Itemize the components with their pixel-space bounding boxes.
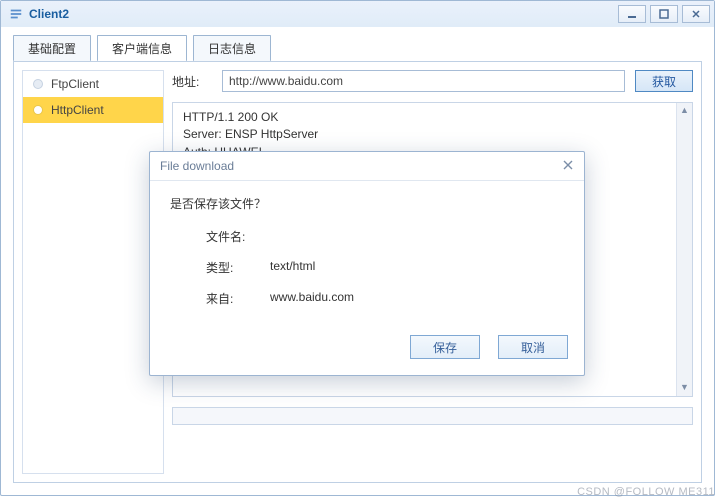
watermark: CSDN @FOLLOW ME311	[577, 486, 715, 498]
close-icon	[691, 9, 701, 19]
scroll-up-icon[interactable]: ▲	[677, 103, 692, 119]
cancel-button[interactable]: 取消	[498, 335, 568, 359]
tab-basic-config[interactable]: 基础配置	[13, 35, 91, 61]
response-line: Server: ENSP HttpServer	[183, 126, 682, 143]
address-input[interactable]	[222, 70, 625, 92]
dialog-body: 是否保存该文件？ 文件名: 类型: text/html 来自: www.baid…	[150, 181, 584, 329]
fetch-button[interactable]: 获取	[635, 70, 693, 92]
address-row: 地址: 获取	[172, 70, 693, 92]
file-download-dialog: File download 是否保存该文件？ 文件名: 类型: text/htm…	[149, 151, 585, 376]
status-dot-icon	[33, 79, 43, 89]
dialog-close-button[interactable]	[562, 158, 574, 174]
tab-bar: 基础配置 客户端信息 日志信息	[1, 27, 714, 61]
maximize-icon	[659, 9, 669, 19]
response-line: HTTP/1.1 200 OK	[183, 109, 682, 126]
save-button[interactable]: 保存	[410, 335, 480, 359]
scroll-down-icon[interactable]: ▼	[677, 380, 692, 396]
dialog-footer: 保存 取消	[150, 329, 584, 375]
scroll-track[interactable]	[677, 119, 692, 380]
close-icon	[562, 159, 574, 171]
window-buttons	[614, 5, 710, 23]
tab-label: 基础配置	[28, 42, 76, 56]
progress-bar	[172, 407, 693, 425]
tab-client-info[interactable]: 客户端信息	[97, 35, 187, 61]
sidebar-item-ftpclient[interactable]: FtpClient	[23, 71, 163, 97]
sidebar-item-httpclient[interactable]: HttpClient	[23, 97, 163, 123]
sidebar-item-label: FtpClient	[51, 77, 99, 91]
maximize-button[interactable]	[650, 5, 678, 23]
minimize-button[interactable]	[618, 5, 646, 23]
app-window: Client2 基础配置 客户端信息 日志信息 FtpClient HttpCl…	[0, 0, 715, 496]
dialog-from-label: 来自:	[170, 290, 270, 307]
titlebar: Client2	[1, 1, 714, 27]
dialog-from-value: www.baidu.com	[270, 290, 354, 307]
client-list: FtpClient HttpClient	[22, 70, 164, 474]
dialog-titlebar: File download	[150, 152, 584, 181]
tab-label: 客户端信息	[112, 42, 172, 56]
tab-label: 日志信息	[208, 42, 256, 56]
dialog-type-label: 类型:	[170, 259, 270, 276]
minimize-icon	[627, 9, 637, 19]
app-icon	[9, 7, 23, 21]
window-title: Client2	[29, 7, 614, 21]
dialog-title: File download	[160, 159, 234, 173]
address-label: 地址:	[172, 73, 212, 90]
response-scrollbar[interactable]: ▲ ▼	[676, 103, 692, 396]
status-dot-icon	[33, 105, 43, 115]
tab-log-info[interactable]: 日志信息	[193, 35, 271, 61]
sidebar-item-label: HttpClient	[51, 103, 104, 117]
dialog-type-value: text/html	[270, 259, 315, 276]
dialog-question: 是否保存该文件？	[170, 195, 564, 212]
dialog-filename-label: 文件名:	[170, 228, 270, 245]
close-button[interactable]	[682, 5, 710, 23]
